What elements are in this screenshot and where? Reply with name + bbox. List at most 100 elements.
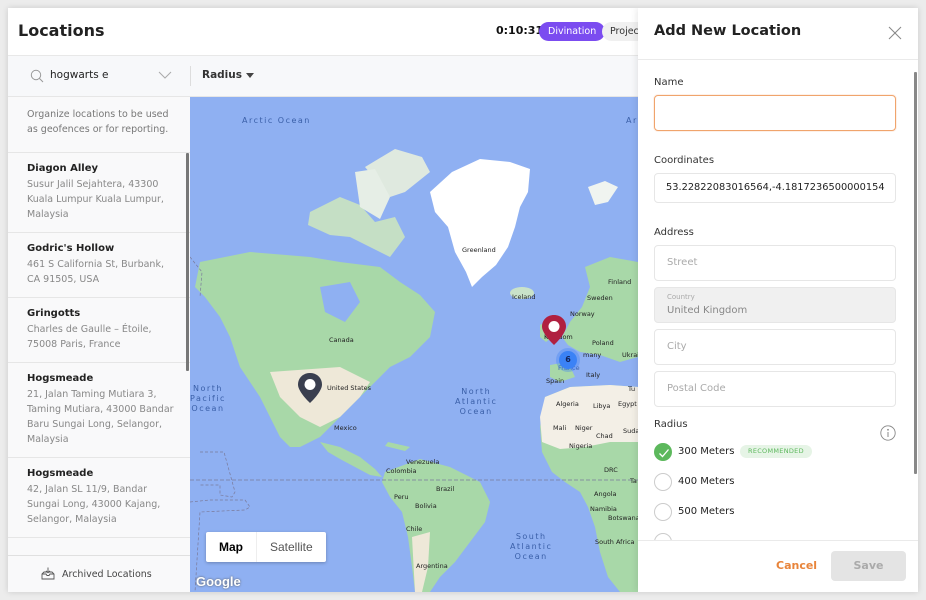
archived-locations-button[interactable]: Archived Locations bbox=[8, 555, 190, 592]
map-type-map-button[interactable]: Map bbox=[206, 532, 257, 562]
header: Locations 0:10:31 Divination Projec bbox=[8, 8, 647, 56]
location-name: Godric's Hollow bbox=[27, 243, 115, 254]
street-input[interactable]: Street bbox=[654, 245, 896, 281]
country-label: Sudar bbox=[623, 427, 638, 435]
search-icon bbox=[30, 69, 44, 83]
country-label: United States bbox=[327, 384, 372, 392]
recommended-badge: RECOMMENDED bbox=[740, 445, 812, 458]
location-address: Charles de Gaulle – Étoile, 75008 Paris,… bbox=[27, 324, 152, 350]
country-label: South Africa bbox=[595, 538, 635, 546]
name-label: Name bbox=[654, 77, 684, 88]
country-label: Colombia bbox=[386, 467, 417, 475]
country-label: Venezuela bbox=[406, 458, 440, 466]
coordinates-input[interactable]: 53.22822083016564,-4.1817236500000154 bbox=[654, 173, 896, 203]
drawer-scrollbar[interactable] bbox=[914, 72, 917, 474]
country-label: Nigeria bbox=[569, 442, 593, 450]
location-name: Diagon Alley bbox=[27, 163, 99, 174]
list-item[interactable]: Hogsmeade 42, Jalan SL 11/9, Bandar Sung… bbox=[8, 458, 190, 538]
google-logo[interactable]: Google bbox=[196, 574, 241, 589]
cancel-button[interactable]: Cancel bbox=[776, 559, 817, 572]
ocean-label-north-atlantic: North Atlantic Ocean bbox=[455, 387, 498, 416]
add-location-drawer: Add New Location Name Coordinates 53.228… bbox=[638, 8, 918, 592]
location-pin-uk[interactable] bbox=[541, 314, 567, 346]
info-icon[interactable] bbox=[880, 425, 896, 441]
map-view[interactable]: Arctic Ocean Ar North Pacific Ocean Nort… bbox=[190, 97, 638, 592]
search-input[interactable]: hogwarts e bbox=[28, 66, 178, 88]
location-name: Gringotts bbox=[27, 308, 81, 319]
toolbar-divider bbox=[190, 66, 191, 86]
country-label: Spain bbox=[546, 377, 565, 385]
coordinates-label: Coordinates bbox=[654, 155, 715, 166]
location-name: Hogsmeade bbox=[27, 373, 94, 384]
country-input: Country United Kingdom bbox=[654, 287, 896, 323]
sidebar-description: Organize locations to be used as geofenc… bbox=[27, 109, 169, 135]
app-window: Locations 0:10:31 Divination Projec hogw… bbox=[8, 8, 918, 592]
radio-checked[interactable] bbox=[654, 443, 672, 461]
country-label: Botswana bbox=[608, 514, 638, 522]
list-item[interactable]: Hogsmeade 21, Jalan Taming Mutiara 3, Ta… bbox=[8, 363, 190, 458]
country-label: Greenland bbox=[462, 246, 496, 254]
country-label: Italy bbox=[586, 371, 601, 379]
caret-down-icon bbox=[246, 72, 255, 78]
radius-option-label: 500 Meters bbox=[678, 506, 735, 517]
list-item[interactable]: Diagon Alley Susur Jalil Sejahtera, 4330… bbox=[8, 153, 190, 233]
location-address: 461 S California St, Burbank, CA 91505, … bbox=[27, 259, 164, 285]
locations-sidebar: Organize locations to be used as geofenc… bbox=[8, 97, 190, 592]
archive-icon bbox=[41, 567, 55, 580]
location-address: 42, Jalan SL 11/9, Bandar Sungai Long, 4… bbox=[27, 484, 161, 525]
country-label: Algeria bbox=[556, 400, 579, 408]
country-label: Ukrai bbox=[622, 351, 638, 359]
drawer-title: Add New Location bbox=[654, 23, 802, 39]
radius-filter-dropdown[interactable]: Radius bbox=[202, 69, 255, 81]
country-label: Argentina bbox=[416, 562, 448, 570]
city-input[interactable]: City bbox=[654, 329, 896, 365]
location-pin-usa[interactable] bbox=[297, 372, 323, 404]
radius-label: Radius bbox=[654, 419, 688, 430]
check-icon bbox=[659, 449, 669, 458]
project-badge-divination[interactable]: Divination bbox=[539, 22, 606, 41]
location-name: Hogsmeade bbox=[27, 468, 94, 479]
country-label: Ta bbox=[630, 477, 637, 485]
archived-locations-label: Archived Locations bbox=[62, 569, 152, 580]
greenland bbox=[430, 159, 530, 287]
country-label: Brazil bbox=[436, 485, 455, 493]
map-land bbox=[190, 149, 638, 592]
country-label: Canada bbox=[329, 336, 354, 344]
search-value[interactable]: hogwarts e bbox=[50, 69, 108, 81]
country-label: Iceland bbox=[512, 293, 536, 301]
country-label: Finland bbox=[608, 278, 632, 286]
country-label: Poland bbox=[592, 339, 614, 347]
country-label: Namibia bbox=[590, 505, 617, 513]
country-label: Country bbox=[667, 293, 695, 301]
radius-option-label: 400 Meters bbox=[678, 476, 735, 487]
close-icon[interactable] bbox=[888, 26, 902, 40]
address-label: Address bbox=[654, 227, 694, 238]
save-button[interactable]: Save bbox=[831, 551, 906, 581]
radio-unchecked[interactable] bbox=[654, 473, 672, 491]
south-america bbox=[382, 459, 490, 592]
ocean-label-north-pacific: North Pacific Ocean bbox=[190, 384, 226, 413]
location-address: 21, Jalan Taming Mutiara 3, Taming Mutia… bbox=[27, 389, 174, 445]
page-title: Locations bbox=[18, 21, 105, 40]
list-scrollbar[interactable] bbox=[186, 153, 189, 371]
name-input[interactable] bbox=[654, 95, 896, 131]
session-timer: 0:10:31 bbox=[496, 24, 544, 37]
list-item[interactable]: Gringotts Charles de Gaulle – Étoile, 75… bbox=[8, 298, 190, 363]
postal-code-input[interactable]: Postal Code bbox=[654, 371, 896, 407]
country-label: many bbox=[583, 351, 602, 359]
chevron-down-icon[interactable] bbox=[158, 70, 172, 80]
radius-option-label: 300 Meters bbox=[678, 446, 735, 457]
location-address: Susur Jalil Sejahtera, 43300 Kuala Lumpu… bbox=[27, 179, 164, 220]
country-label: Bolivia bbox=[415, 502, 437, 510]
list-item[interactable]: Godric's Hollow 461 S California St, Bur… bbox=[8, 233, 190, 298]
drawer-footer: Cancel Save bbox=[638, 540, 918, 592]
radio-unchecked[interactable] bbox=[654, 503, 672, 521]
locations-list: Diagon Alley Susur Jalil Sejahtera, 4330… bbox=[8, 152, 190, 555]
radius-filter-label: Radius bbox=[202, 69, 243, 81]
country-label: Peru bbox=[394, 493, 409, 501]
country-label: Norway bbox=[570, 310, 595, 318]
location-cluster-marker[interactable]: 6 bbox=[559, 351, 577, 369]
country-value: United Kingdom bbox=[667, 305, 748, 316]
country-label: Angola bbox=[594, 490, 617, 498]
map-type-satellite-button[interactable]: Satellite bbox=[257, 532, 326, 562]
